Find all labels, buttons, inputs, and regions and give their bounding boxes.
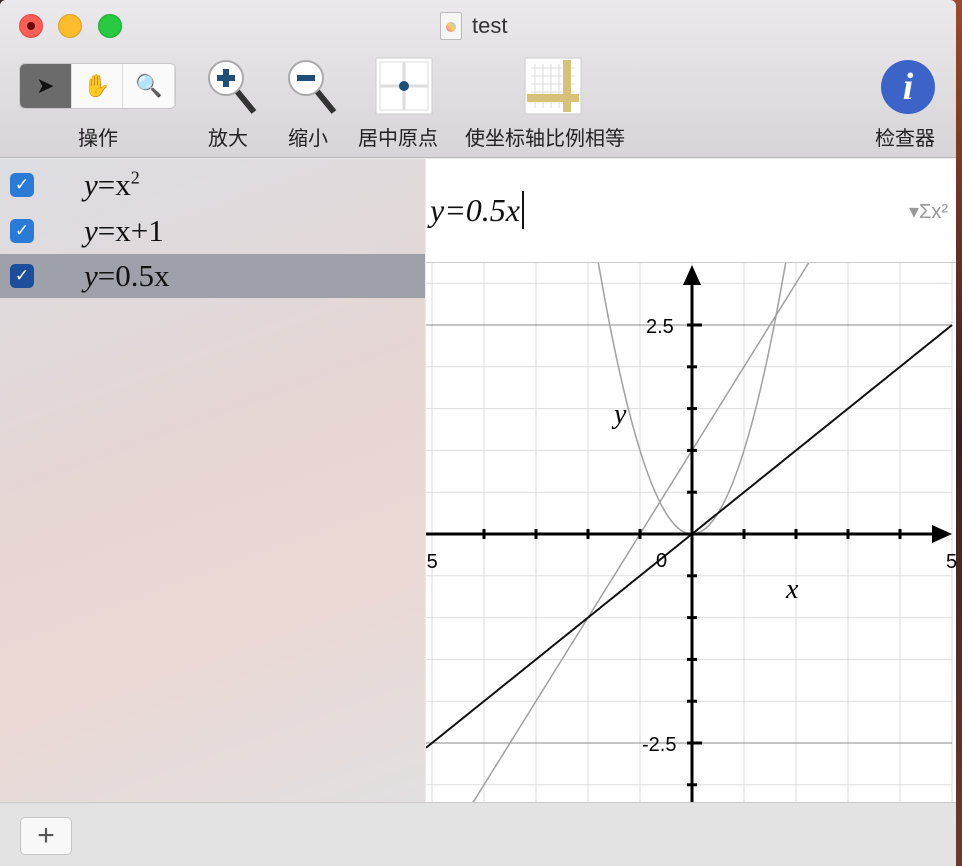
- equation-row[interactable]: ✓ y=x+1: [0, 209, 425, 253]
- x-axis-label: x: [785, 574, 799, 605]
- y-axis-label: y: [611, 399, 627, 430]
- bottom-bar: +: [0, 802, 956, 866]
- graph-canvas[interactable]: -5 5 2.5 -2.5 0 x y: [426, 263, 956, 802]
- x-tick-label: -5: [426, 551, 438, 573]
- visibility-checkbox[interactable]: ✓: [10, 173, 34, 197]
- x-tick-label: 5: [946, 551, 956, 573]
- x-axis-arrow: [932, 525, 952, 543]
- equation-row[interactable]: ✓ y=x2: [0, 163, 425, 207]
- center-origin-label: 居中原点: [358, 122, 438, 151]
- zoom-in-icon[interactable]: [206, 58, 258, 116]
- title-text: test: [472, 13, 507, 39]
- action-label: 操作: [78, 122, 118, 151]
- pointer-tool-icon[interactable]: ➤: [20, 64, 72, 108]
- equal-axes-label: 使坐标轴比例相等: [465, 122, 625, 151]
- series-line-y=0.5x: [426, 325, 952, 748]
- equation-input-text[interactable]: y=0.5x: [430, 191, 524, 229]
- equal-axes-icon[interactable]: [523, 56, 583, 116]
- window-title: test: [440, 12, 507, 40]
- visibility-checkbox[interactable]: ✓: [10, 264, 34, 288]
- zoom-tool-icon[interactable]: 🔍: [123, 64, 175, 108]
- graph-panel: y=0.5x ▾Σx² -5 5 2.5 -2.5 0 x y: [426, 159, 956, 802]
- zoom-in-label: 放大: [208, 122, 248, 151]
- equation-list: ✓ y=x2 ✓ y=x+1 ✓ y=0.5x: [0, 159, 425, 802]
- equation-row-selected[interactable]: ✓ y=0.5x: [0, 254, 425, 298]
- y-tick-label: -2.5: [642, 734, 676, 756]
- origin-label: 0: [656, 550, 667, 572]
- math-symbols-menu[interactable]: ▾Σx²: [909, 199, 948, 224]
- close-button[interactable]: [19, 14, 43, 38]
- equation-input[interactable]: y=0.5x ▾Σx²: [426, 159, 956, 263]
- add-equation-button[interactable]: +: [20, 817, 72, 855]
- zoom-button[interactable]: [98, 14, 122, 38]
- center-origin-icon[interactable]: [375, 57, 433, 115]
- equation-label: y=x+1: [84, 213, 164, 249]
- equation-label: y=x2: [84, 167, 140, 203]
- y-tick-label: 2.5: [646, 316, 674, 338]
- inspector-label: 检查器: [875, 122, 935, 151]
- visibility-checkbox[interactable]: ✓: [10, 219, 34, 243]
- hand-tool-icon[interactable]: ✋: [72, 64, 124, 108]
- zoom-out-icon[interactable]: [286, 58, 338, 116]
- grapher-window: test ➤ ✋ 🔍 操作 放大 缩小 居中原点 使坐标轴比例相等 i 检查器 …: [0, 0, 956, 866]
- document-icon: [440, 12, 462, 40]
- toolbar: test ➤ ✋ 🔍 操作 放大 缩小 居中原点 使坐标轴比例相等 i 检查器: [0, 0, 956, 158]
- inspector-icon[interactable]: i: [881, 60, 935, 114]
- equation-label: y=0.5x: [84, 258, 170, 294]
- action-segmented-control[interactable]: ➤ ✋ 🔍: [19, 63, 176, 109]
- minimize-button[interactable]: [58, 14, 82, 38]
- zoom-out-label: 缩小: [288, 122, 328, 151]
